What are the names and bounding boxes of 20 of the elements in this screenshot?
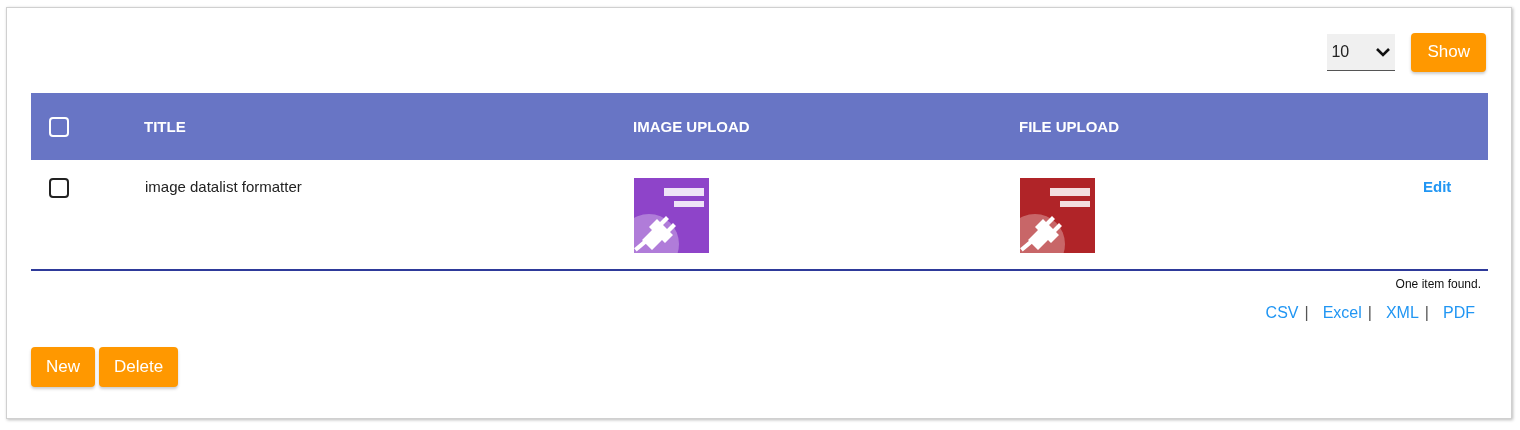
export-link[interactable]: CSV (1265, 304, 1299, 322)
column-header: IMAGE UPLOAD (633, 118, 750, 135)
separator: | (1304, 304, 1309, 322)
result-count: One item found. (1395, 277, 1481, 291)
column-header: FILE UPLOAD (1019, 118, 1119, 135)
table-cell: image datalist formatter (145, 178, 302, 195)
action-button[interactable]: Delete (99, 347, 179, 387)
page-size-select[interactable]: 10 (1327, 33, 1396, 71)
export-link[interactable]: XML (1385, 304, 1419, 322)
export-link[interactable]: PDF (1443, 304, 1475, 322)
edit-link[interactable]: Edit (1423, 178, 1452, 195)
select-all-checkbox[interactable] (49, 116, 69, 137)
separator: | (1367, 304, 1372, 322)
chevron-down-icon (1375, 46, 1392, 57)
export-link[interactable]: Excel (1322, 304, 1362, 322)
action-button[interactable]: New (31, 347, 95, 387)
show-button[interactable]: Show (1411, 32, 1486, 72)
separator: | (1424, 304, 1429, 322)
row-checkbox[interactable] (49, 178, 69, 198)
column-header: TITLE (144, 118, 186, 135)
